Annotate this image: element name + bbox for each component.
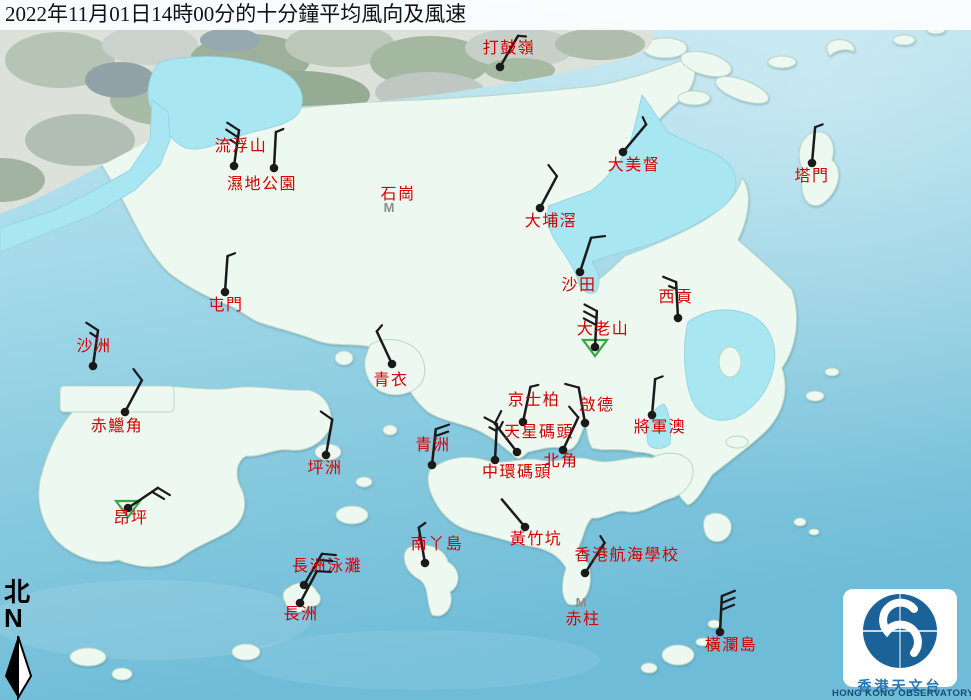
station-dot <box>421 559 430 568</box>
island <box>336 506 368 524</box>
station-label: 西貢 <box>658 287 693 306</box>
station-label: 赤鱲角 <box>91 416 144 435</box>
station-dot <box>581 569 590 578</box>
island <box>794 518 806 526</box>
station-label: 啟德 <box>579 395 614 414</box>
compass: 北 N <box>4 580 44 630</box>
map-title: 2022年11月01日14時00分的十分鐘平均風向及風速 <box>5 2 466 26</box>
station-dot <box>581 419 590 428</box>
island <box>768 56 796 68</box>
station-dot <box>388 360 397 369</box>
station-dot <box>121 408 130 417</box>
hong-kong-wind-map: 打鼓嶺流浮山濕地公園 M 石崗大埔滘 大美督塔門沙田西貢大老山 屯門沙洲赤鱲角 青衣京士柏… <box>0 0 971 700</box>
wind-barb-feather <box>322 554 336 555</box>
station-label: 石崗 <box>380 184 415 203</box>
station-label: 濕地公園 <box>227 174 297 193</box>
island <box>708 620 720 628</box>
wind-map-app: 打鼓嶺流浮山濕地公園 M 石崗大埔滘 大美督塔門沙田西貢大老山 屯門沙洲赤鱲角 青衣京士柏… <box>0 0 971 700</box>
island <box>70 648 106 666</box>
island <box>662 645 694 665</box>
station-label: 大老山 <box>577 319 630 338</box>
station-label: 赤柱 <box>565 609 600 628</box>
station-label: 打鼓嶺 <box>483 38 536 57</box>
station-label: 青衣 <box>373 370 408 389</box>
island <box>232 644 260 660</box>
island <box>809 529 819 535</box>
hko-logo: 香港天文台 HONG KONG OBSERVATORY <box>832 589 968 699</box>
station-label: 天星碼頭 <box>504 422 574 441</box>
station-label: 大埔滘 <box>525 211 578 230</box>
station-label: 北角 <box>543 451 578 470</box>
missing-data-marker: M <box>576 595 587 610</box>
station-dot <box>513 448 522 457</box>
station-label: 香港航海學校 <box>574 545 679 564</box>
title-bar: 2022年11月01日14時00分的十分鐘平均風向及風速 <box>0 0 971 30</box>
island <box>825 368 839 376</box>
station-dot <box>591 343 600 352</box>
station-label: 沙洲 <box>76 336 111 355</box>
wind-barb-feather <box>518 36 526 37</box>
island <box>112 668 132 680</box>
station-dot <box>89 362 98 371</box>
island <box>383 425 397 435</box>
station-label: 將軍澳 <box>634 417 687 436</box>
station-label: 坪洲 <box>307 458 342 477</box>
island <box>726 436 748 448</box>
station-label: 長洲 <box>283 604 318 623</box>
compass-north-letter: N <box>4 606 44 630</box>
station-label: 黃竹坑 <box>510 529 563 548</box>
island-kau-sai-chau <box>719 347 741 377</box>
hko-logo-emblem <box>859 591 941 671</box>
station-dot <box>230 162 239 171</box>
wind-barb-feather <box>317 571 331 572</box>
station-label: 屯門 <box>208 295 243 314</box>
island <box>806 391 824 401</box>
station-label: 橫瀾島 <box>705 635 758 654</box>
hko-logo-box: 香港天文台 <box>843 589 957 687</box>
station-label: 青洲 <box>415 435 450 454</box>
station-label: 中環碼頭 <box>482 462 552 481</box>
station-dot <box>674 314 683 323</box>
island <box>893 35 915 45</box>
island-tung-lung <box>704 513 732 541</box>
station-dot <box>428 461 437 470</box>
station-label: 昂坪 <box>113 508 148 527</box>
island <box>641 663 657 673</box>
station-dot <box>270 164 279 173</box>
station-label: 京士柏 <box>508 390 561 409</box>
land-airport-platform <box>60 386 174 412</box>
station-label: 塔門 <box>794 166 829 185</box>
hko-logo-english: HONG KONG OBSERVATORY <box>832 688 968 699</box>
station-label: 沙田 <box>561 275 596 294</box>
land-ma-wan <box>335 351 353 365</box>
island <box>356 477 372 487</box>
station-label: 流浮山 <box>215 136 268 155</box>
station-label: 南丫島 <box>411 534 464 553</box>
station-label: 大美督 <box>608 155 661 174</box>
station-dot <box>496 63 505 72</box>
island <box>678 91 710 105</box>
cloud-streak <box>240 630 600 690</box>
